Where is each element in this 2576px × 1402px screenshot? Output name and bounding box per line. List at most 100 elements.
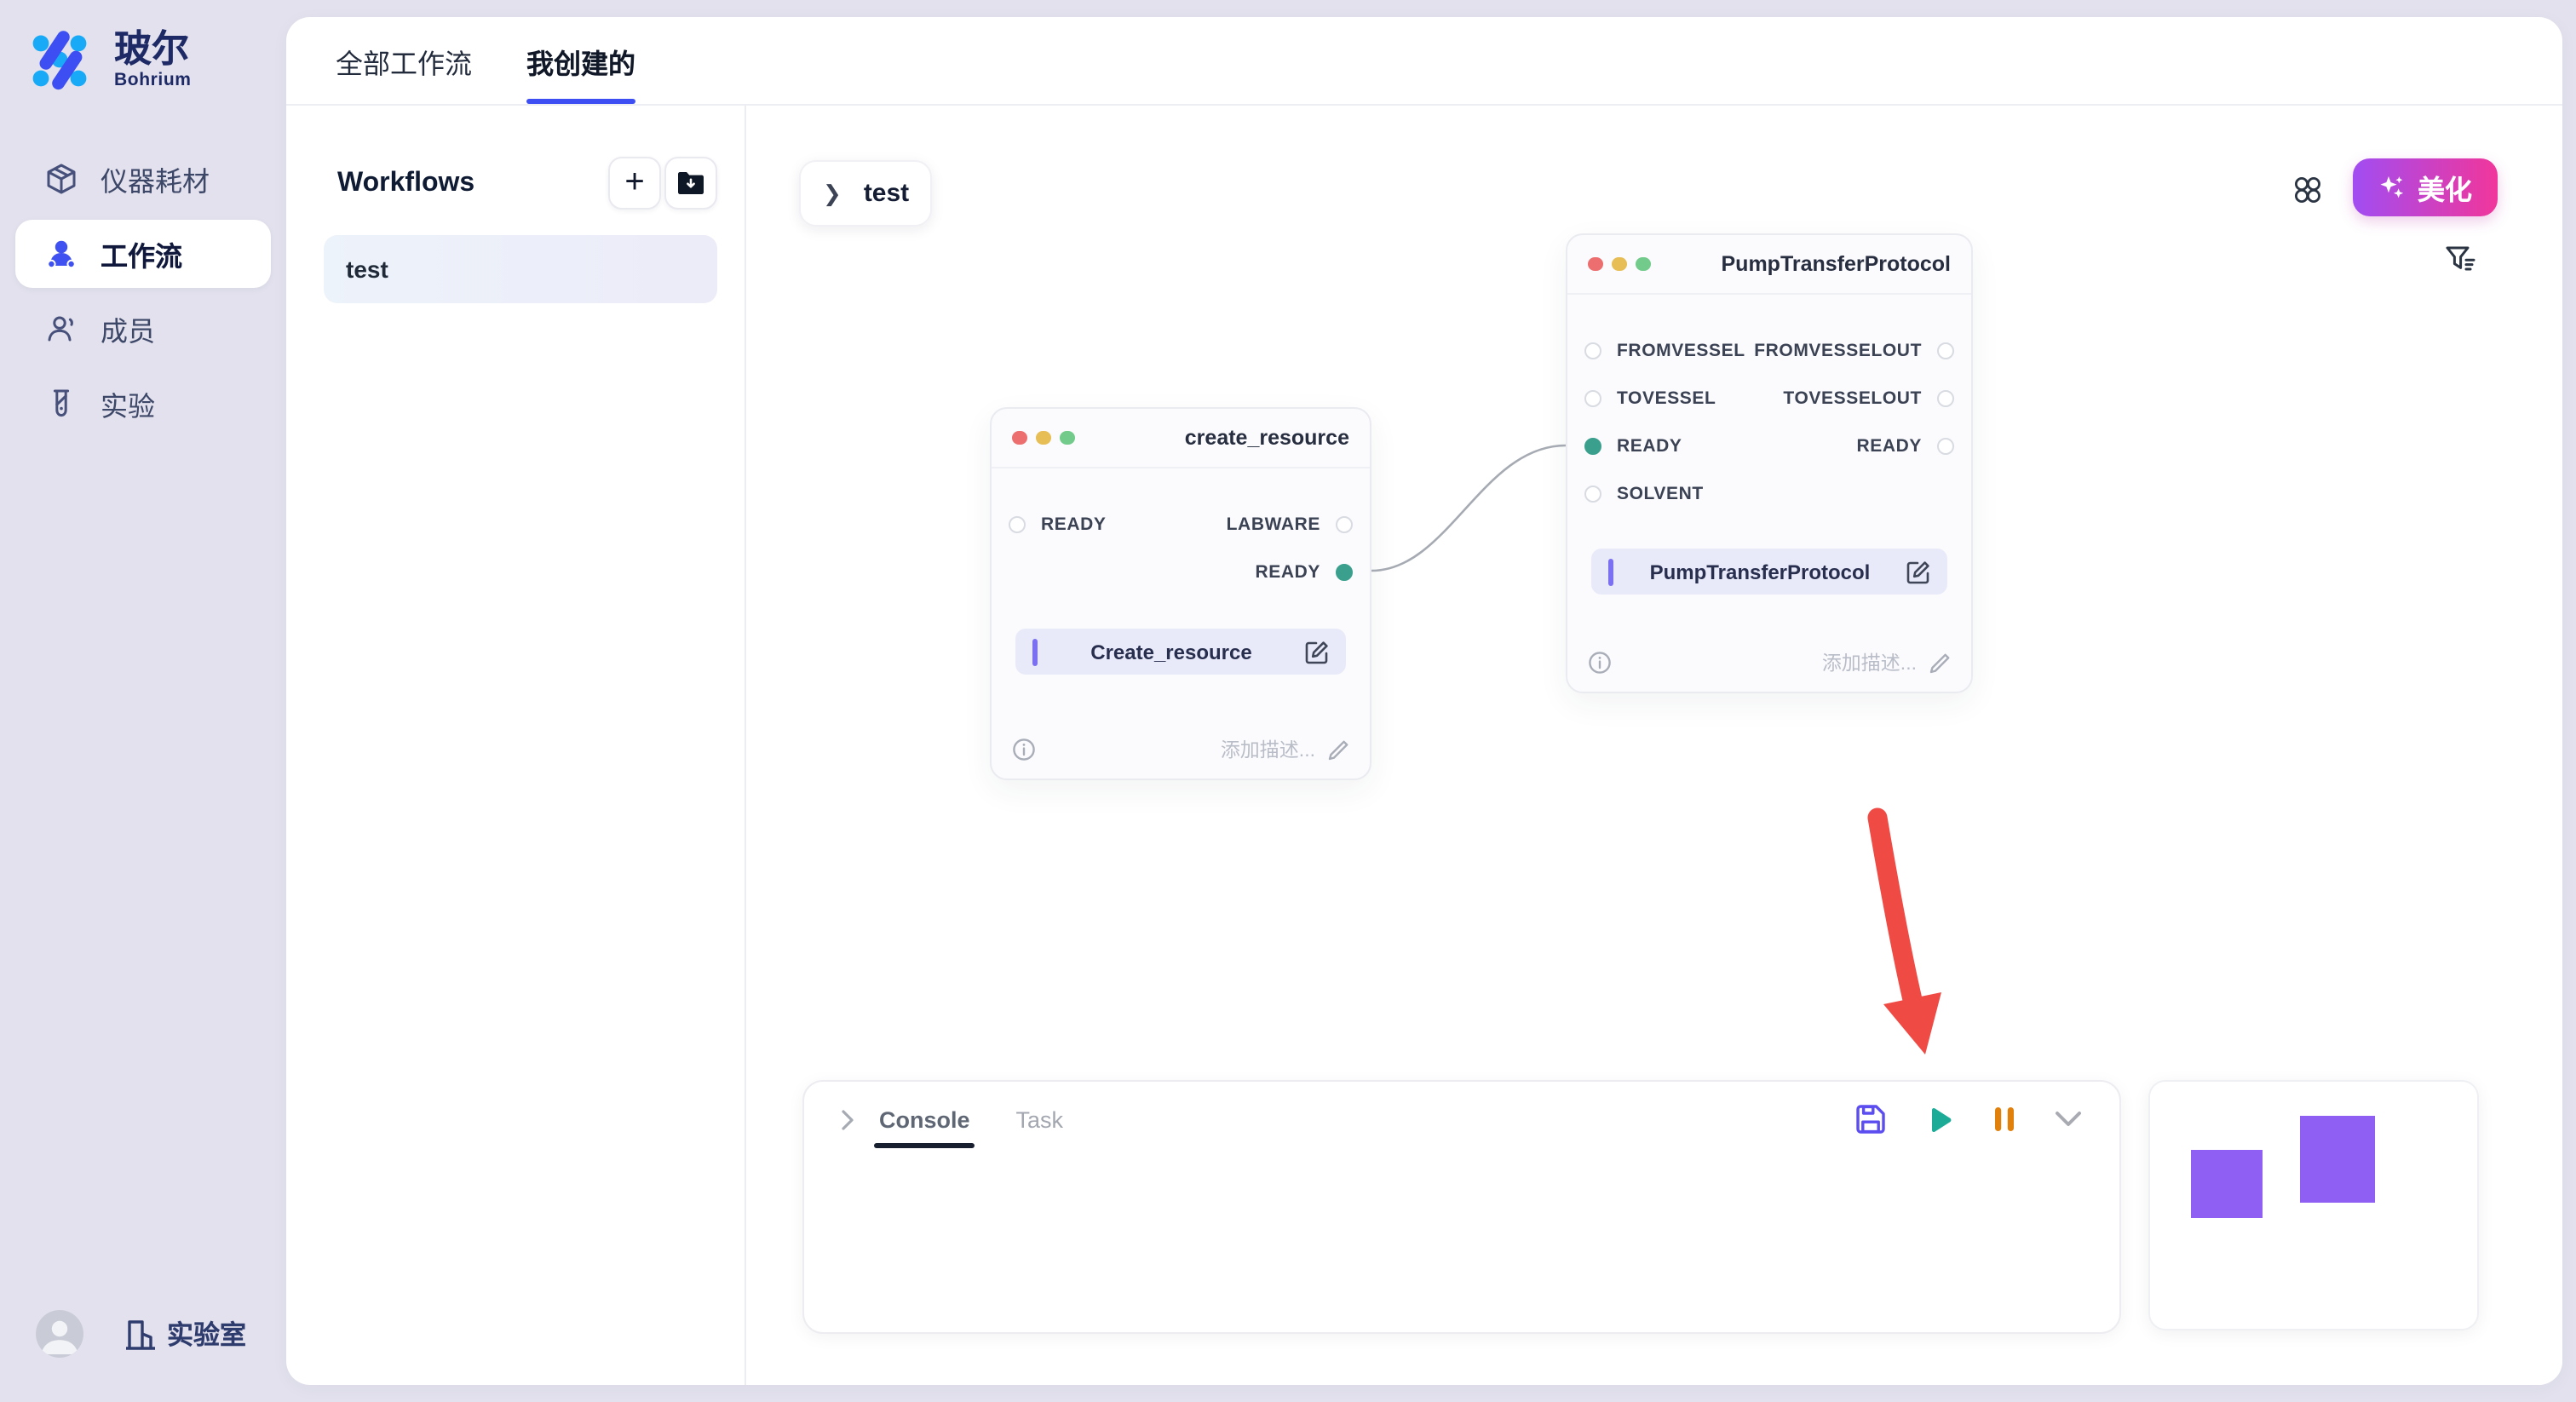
output-port-ready[interactable]: READY (1856, 436, 1954, 457)
import-workflow-button[interactable] (664, 157, 717, 210)
traffic-red-dot (1012, 431, 1026, 445)
input-port-ready[interactable]: READY (1009, 514, 1107, 535)
console-expand-button[interactable] (840, 1108, 855, 1130)
sidebar-item-instruments[interactable]: 仪器耗材 (15, 145, 271, 213)
node-create-resource[interactable]: create_resource READY LABWARE (990, 407, 1371, 780)
port-circle[interactable] (1937, 390, 1954, 407)
bohrium-logo-icon (22, 22, 97, 97)
workflow-canvas[interactable]: ❯ test 美化 (746, 106, 2562, 1385)
description-placeholder[interactable]: 添加描述... (1822, 649, 1917, 676)
console-tab-task[interactable]: Task (1016, 1106, 1064, 1132)
port-circle[interactable] (1336, 516, 1353, 533)
port-circle[interactable] (1584, 486, 1601, 503)
brand-name-en: Bohrium (114, 70, 192, 90)
node-pump-transfer-protocol[interactable]: PumpTransferProtocol FROMVESSEL FROMVESS… (1566, 233, 1973, 693)
port-circle[interactable] (1937, 438, 1954, 455)
header-tabs: 全部工作流 我创建的 (286, 17, 2562, 106)
output-port-ready[interactable]: READY (1255, 562, 1353, 583)
sidebar-nav: 仪器耗材 工作流 成员 (15, 145, 271, 445)
sparkles-icon (2378, 174, 2406, 201)
add-workflow-button[interactable]: + (608, 157, 661, 210)
traffic-yellow-dot (1612, 257, 1626, 272)
output-port-tovesselout[interactable]: TOVESSELOUT (1783, 388, 1954, 409)
node-header[interactable]: PumpTransferProtocol (1567, 235, 1971, 295)
workflow-list-item[interactable]: test (324, 235, 717, 303)
workflows-panel-title: Workflows (337, 168, 608, 198)
tab-created-by-me[interactable]: 我创建的 (526, 17, 635, 104)
sidebar-item-label: 成员 (101, 308, 155, 349)
input-port-fromvessel[interactable]: FROMVESSEL (1584, 341, 1745, 361)
filter-button[interactable] (2445, 245, 2479, 279)
console-tab-console[interactable]: Console (879, 1106, 970, 1132)
command-icon (2292, 175, 2321, 204)
sidebar: 玻尔 Bohrium 仪器耗材 工作流 (0, 0, 286, 1402)
description-placeholder[interactable]: 添加描述... (1221, 736, 1315, 763)
sidebar-item-experiments[interactable]: 实验 (15, 370, 271, 438)
node-title: create_resource (1185, 426, 1349, 450)
folder-download-icon (676, 170, 705, 196)
workspace-label[interactable]: 实验室 (167, 1315, 246, 1353)
port-circle[interactable] (1009, 516, 1026, 533)
breadcrumb[interactable]: ❯ test (799, 160, 932, 227)
sidebar-footer: 实验室 (36, 1310, 246, 1358)
traffic-green-dot (1636, 257, 1650, 272)
info-icon[interactable] (1588, 651, 1612, 675)
avatar[interactable] (36, 1310, 83, 1358)
experiment-icon (44, 387, 78, 421)
input-port-ready[interactable]: READY (1584, 436, 1682, 457)
collapse-console-button[interactable] (2055, 1111, 2082, 1128)
traffic-yellow-dot (1036, 431, 1050, 445)
filter-funnel-icon (2445, 245, 2477, 276)
workflow-icon (44, 237, 78, 271)
port-circle[interactable] (1336, 564, 1353, 581)
app-window: 玻尔 Bohrium 仪器耗材 工作流 (0, 0, 2576, 1402)
workflows-panel: Workflows + test (286, 106, 746, 1385)
node-footer: 添加描述... (1012, 736, 1349, 763)
command-palette-button[interactable] (2290, 172, 2324, 206)
minimap-node-pump-transfer (2300, 1116, 2375, 1203)
sidebar-item-workflows[interactable]: 工作流 (15, 220, 271, 288)
run-button[interactable] (1925, 1105, 1954, 1134)
input-port-tovessel[interactable]: TOVESSEL (1584, 388, 1716, 409)
lab-building-icon (124, 1316, 157, 1352)
pause-button[interactable] (1993, 1106, 2015, 1133)
input-port-solvent[interactable]: SOLVENT (1584, 484, 1704, 504)
pencil-icon[interactable] (1327, 738, 1349, 761)
tab-all-workflows[interactable]: 全部工作流 (336, 17, 472, 104)
plus-icon: + (624, 164, 644, 198)
traffic-green-dot (1060, 431, 1074, 445)
members-icon (44, 312, 78, 346)
sidebar-item-label: 仪器耗材 (101, 158, 210, 199)
port-circle[interactable] (1937, 342, 1954, 359)
package-icon (44, 162, 78, 196)
brand-name-zh: 玻尔 (114, 29, 192, 70)
main-panel: 全部工作流 我创建的 Workflows + (286, 17, 2562, 1385)
sidebar-item-label: 实验 (101, 383, 155, 424)
node-title: PumpTransferProtocol (1722, 252, 1952, 276)
port-circle[interactable] (1584, 390, 1601, 407)
save-button[interactable] (1855, 1104, 1886, 1135)
port-circle[interactable] (1584, 438, 1601, 455)
output-port-labware[interactable]: LABWARE (1227, 514, 1353, 535)
sidebar-item-members[interactable]: 成员 (15, 295, 271, 363)
node-header[interactable]: create_resource (992, 409, 1370, 468)
beautify-button[interactable]: 美化 (2353, 158, 2498, 216)
node-footer: 添加描述... (1588, 649, 1951, 676)
info-icon[interactable] (1012, 738, 1036, 761)
console-panel: Console Task (802, 1080, 2121, 1334)
edit-icon[interactable] (1305, 640, 1329, 664)
brand-logo: 玻尔 Bohrium (22, 22, 192, 97)
edge-create-resource-to-pump[interactable] (1371, 445, 1566, 571)
port-circle[interactable] (1584, 342, 1601, 359)
user-icon (36, 1310, 83, 1358)
output-port-fromvesselout[interactable]: FROMVESSELOUT (1754, 341, 1954, 361)
minimap[interactable] (2148, 1080, 2479, 1330)
node-pill-pump-transfer[interactable]: PumpTransferProtocol (1591, 549, 1947, 595)
edit-icon[interactable] (1906, 560, 1930, 583)
pencil-icon[interactable] (1929, 652, 1951, 674)
traffic-red-dot (1588, 257, 1602, 272)
minimap-node-create-resource (2191, 1150, 2263, 1218)
chevron-right-icon: ❯ (823, 180, 842, 207)
sidebar-item-label: 工作流 (101, 233, 182, 274)
node-pill-create-resource[interactable]: Create_resource (1015, 629, 1346, 675)
